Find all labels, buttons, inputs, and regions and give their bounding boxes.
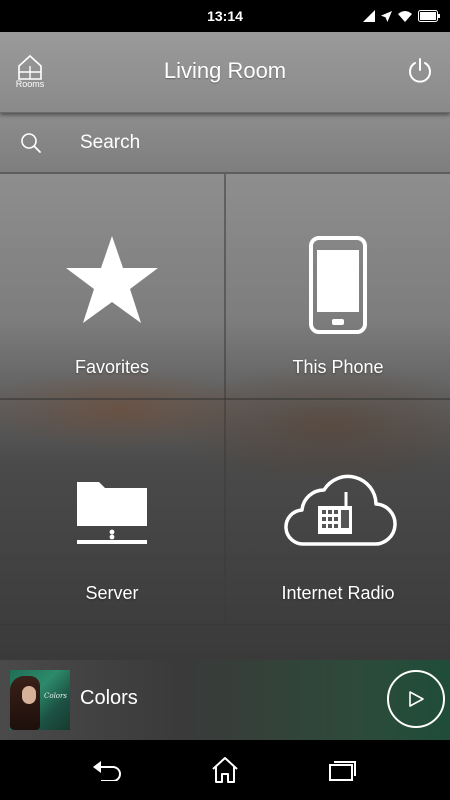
grid-divider-horizontal (0, 624, 450, 626)
phone-icon (309, 236, 367, 334)
cloud-radio-icon (284, 474, 397, 546)
back-icon (93, 761, 122, 781)
tile-label: Internet Radio (281, 583, 395, 603)
wifi-icon (398, 11, 412, 22)
recent-apps-icon (328, 761, 356, 781)
play-icon (409, 691, 424, 707)
tile-label: Favorites (74, 357, 150, 377)
signal-icon (363, 10, 375, 22)
tile-favorites[interactable]: Favorites (0, 174, 224, 398)
search-input[interactable]: Search (80, 132, 140, 154)
navigation-bar (0, 740, 450, 800)
album-art[interactable]: Colors (10, 670, 70, 730)
power-icon (409, 58, 431, 83)
search-bar[interactable]: Search (0, 113, 450, 174)
page-title: Living Room (163, 58, 287, 83)
power-button[interactable] (406, 57, 434, 85)
home-button[interactable] (205, 750, 245, 790)
folder-server-icon (77, 482, 147, 544)
play-button[interactable] (387, 670, 445, 728)
tile-server[interactable]: Server (0, 400, 224, 624)
location-icon (381, 10, 392, 22)
recent-apps-button[interactable] (322, 750, 362, 790)
album-art-text: Colors (44, 692, 67, 700)
status-bar: 13:14 (0, 0, 450, 32)
status-time: 13:14 (207, 8, 243, 24)
track-title: Colors (80, 687, 138, 709)
now-playing-bar[interactable]: Colors Colors (0, 660, 450, 740)
tile-this-phone[interactable]: This Phone (226, 174, 450, 398)
tile-label: Server (85, 583, 139, 603)
source-grid: Favorites This Phone Server Internet Rad… (0, 174, 450, 660)
tile-label: This Phone (292, 357, 384, 377)
star-icon (66, 236, 158, 323)
tile-internet-radio[interactable]: Internet Radio (226, 400, 450, 624)
back-button[interactable] (88, 750, 128, 790)
header-bar: Rooms Living Room (0, 32, 450, 113)
home-icon (212, 757, 238, 783)
battery-icon (418, 10, 440, 22)
status-icons (363, 0, 440, 32)
search-icon (21, 133, 41, 153)
